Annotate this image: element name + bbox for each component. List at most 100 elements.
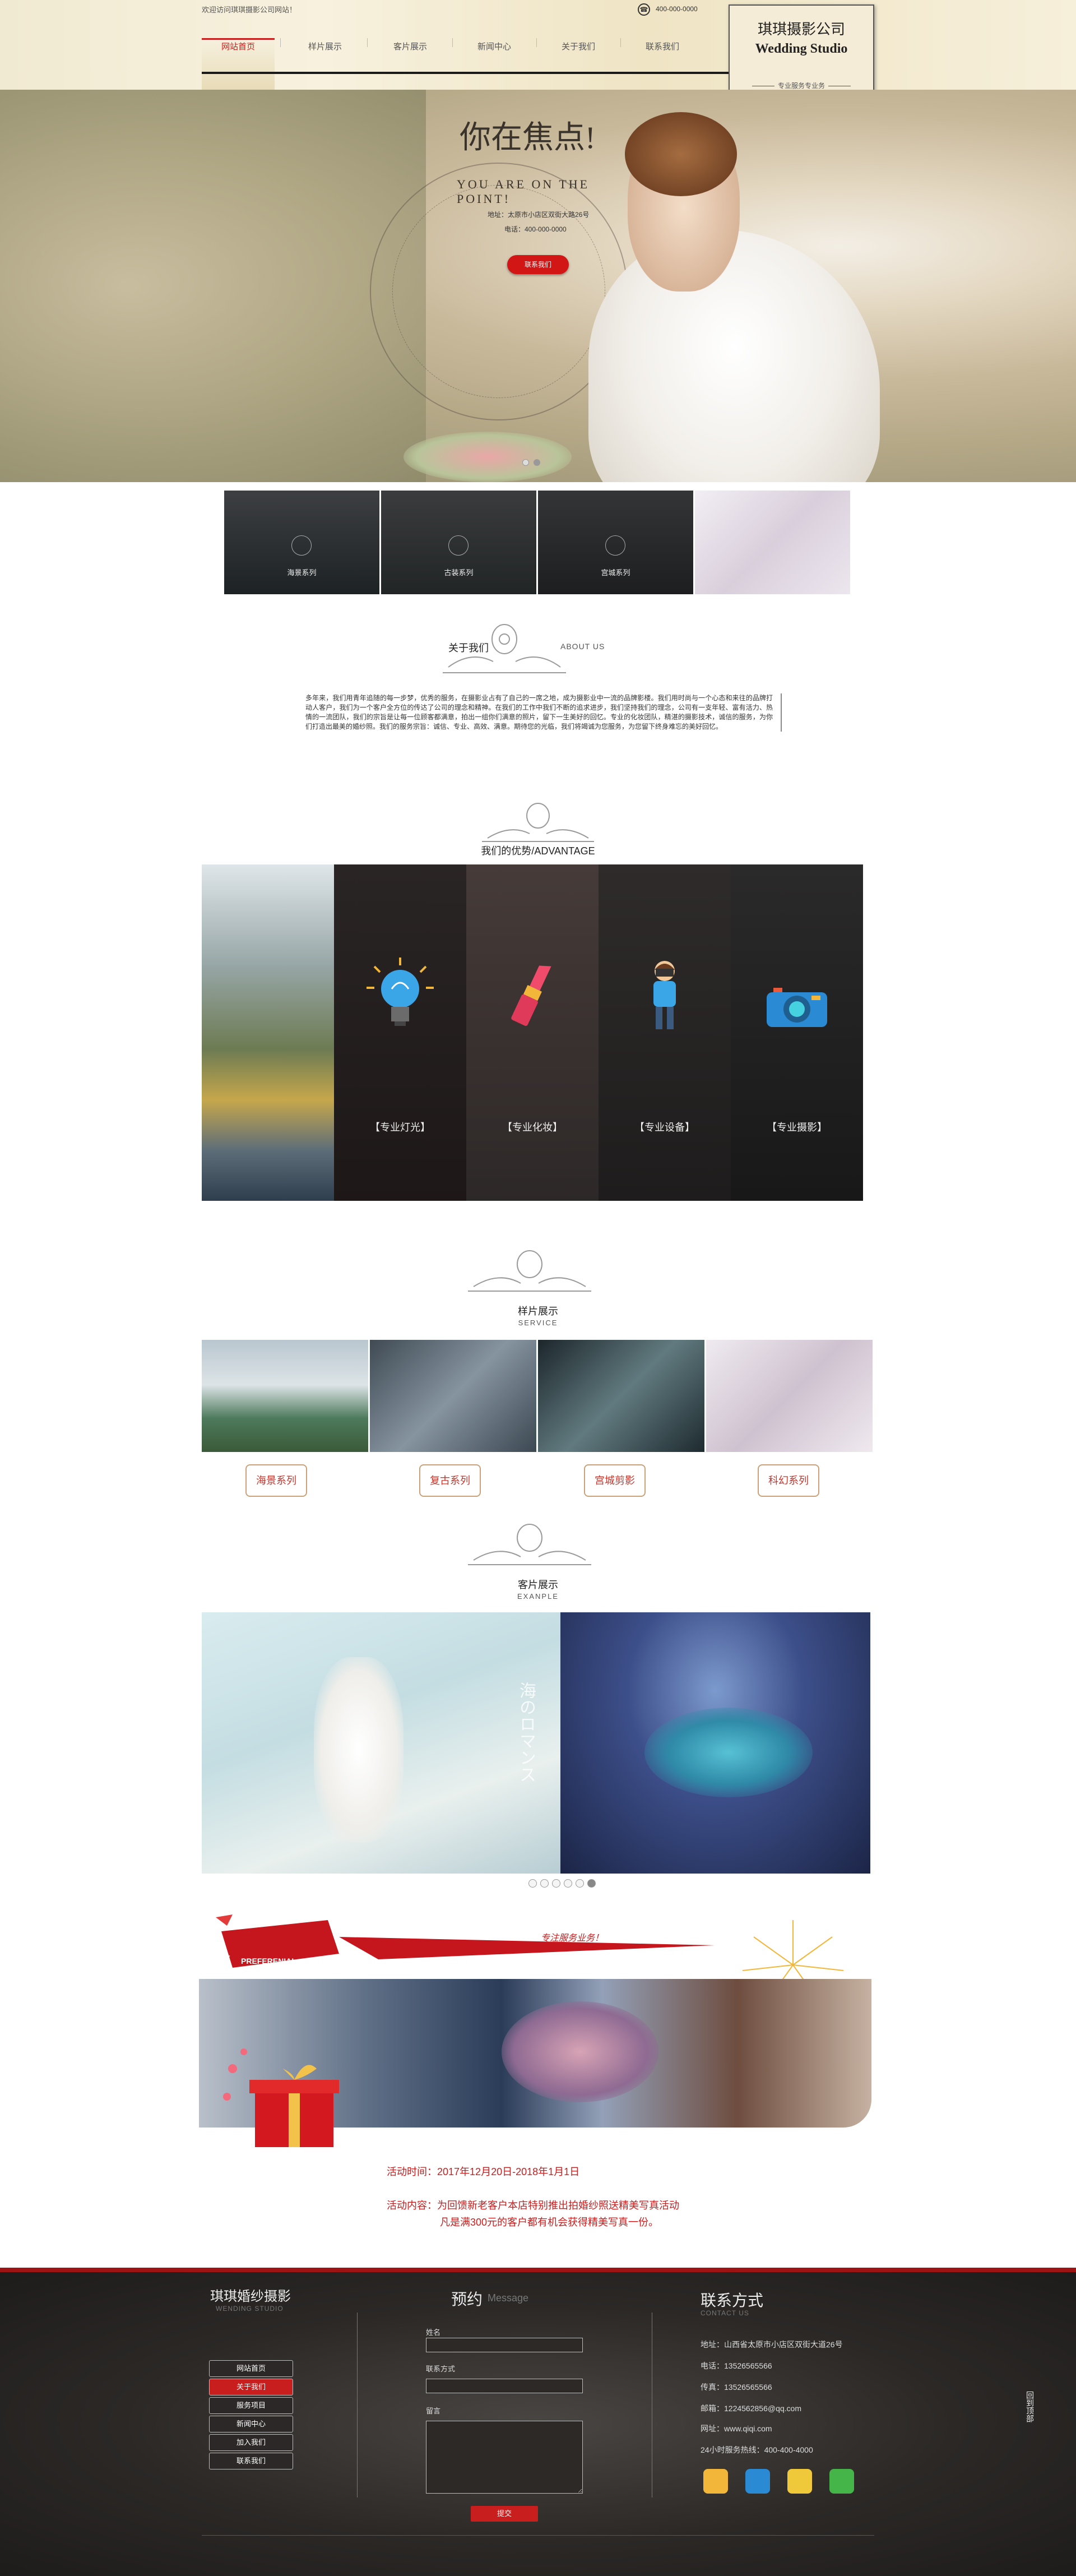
example-dot[interactable]: [552, 1879, 560, 1888]
advantage-lighting[interactable]: 【专业灯光】: [334, 864, 466, 1201]
site-header: 欢迎访问琪琪摄影公司网站！ ☎ 400-000-0000 网站首页 样片展示 客…: [0, 0, 1076, 92]
nav-contact[interactable]: 联系我们: [620, 40, 704, 52]
gift-box-icon: [223, 2048, 339, 2147]
samples-subtitle: SERVICE: [518, 1319, 558, 1327]
nav-about[interactable]: 关于我们: [536, 40, 620, 52]
footer-menu-contact[interactable]: 联系我们: [209, 2453, 293, 2469]
promo-slogan: 专注服务业务！: [541, 1934, 604, 1943]
crosshair-icon: [448, 535, 469, 556]
qq-icon[interactable]: [703, 2469, 728, 2494]
example-bride-figure: [314, 1657, 404, 1842]
photographer-icon: [653, 961, 676, 1029]
welcome-text: 欢迎访问琪琪摄影公司网站！: [202, 6, 297, 14]
promo-section: 年终钜惠 PREFERENIAL 专注服务业务！: [199, 1914, 871, 2178]
hero-title: 你在焦点!: [460, 121, 596, 155]
advantage-label: 【专业灯光】: [370, 1122, 430, 1133]
footer-bottom-line: [202, 2535, 874, 2536]
contact-field[interactable]: [426, 2379, 583, 2393]
category-card-ancient[interactable]: 古装系列: [381, 491, 536, 594]
sample-button-fantasy[interactable]: 科幻系列: [758, 1464, 819, 1497]
promo-content-2: 凡是满300元的客户都有机会获得精美写真一份。: [440, 2217, 659, 2228]
advantage-panel: 【专业灯光】 【专业化妆】 【专业设备】 【专业摄影】: [202, 864, 863, 1201]
contact-phone: 电话：13526565566: [701, 2361, 772, 2370]
nav-news[interactable]: 新闻中心: [452, 40, 536, 52]
nav-clients[interactable]: 客片展示: [368, 40, 452, 52]
lipstick-icon: [511, 965, 551, 1026]
main-nav: 网站首页 样片展示 客片展示 新闻中心 关于我们 联系我们: [202, 19, 729, 92]
crosshair-icon: [291, 535, 312, 556]
hero-subtitle: YOU ARE ON THE POINT!: [457, 177, 590, 206]
category-label: 古装系列: [444, 568, 474, 577]
sample-image-retro[interactable]: [370, 1340, 536, 1452]
footer-menu-about[interactable]: 关于我们: [209, 2379, 293, 2395]
advantage-label: 【专业设备】: [634, 1122, 695, 1133]
sample-image-palace[interactable]: [538, 1340, 704, 1452]
footer-menu-services[interactable]: 服务项目: [209, 2397, 293, 2414]
nav-divider: [280, 38, 281, 47]
about-title-en: ABOUT US: [560, 642, 605, 651]
example-dot[interactable]: [564, 1879, 572, 1888]
hero-bride-hair: [625, 112, 737, 196]
sample-image-seaside[interactable]: [202, 1340, 368, 1452]
promo-tag-en: PREFERENIAL: [241, 1957, 296, 1965]
sample-image-fantasy[interactable]: [706, 1340, 873, 1452]
example-dot[interactable]: [587, 1879, 596, 1888]
name-field[interactable]: [426, 2338, 583, 2352]
sample-button-seaside[interactable]: 海景系列: [245, 1464, 307, 1497]
sample-button-retro[interactable]: 复古系列: [419, 1464, 481, 1497]
logo-subtitle-en: Wedding Studio: [755, 41, 848, 56]
name-label: 姓名: [426, 2328, 441, 2337]
contact-address: 地址：山西省太原市小店区双街大道26号: [701, 2340, 843, 2349]
samples-title: 样片展示: [518, 1306, 558, 1317]
example-dot[interactable]: [540, 1879, 549, 1888]
hero-pagination: [520, 459, 542, 469]
contact-title: 联系方式: [701, 2292, 764, 2309]
booking-title: 预约: [451, 2291, 483, 2308]
nav-divider: [367, 38, 368, 47]
promo-time: 活动时间：2017年12月20日-2018年1月1日: [387, 2166, 580, 2177]
hero-bouquet: [404, 432, 572, 482]
hero-contact-button[interactable]: 联系我们: [507, 255, 569, 274]
contact-hotline: 24小时服务热线：400-400-4000: [701, 2445, 813, 2454]
category-card-palace[interactable]: 宫城系列: [538, 491, 693, 594]
nav-samples[interactable]: 样片展示: [283, 40, 367, 52]
nav-underline: [202, 72, 729, 74]
wechat-icon[interactable]: [829, 2469, 854, 2494]
example-overlay-text: 海のロマンス: [517, 1682, 535, 1783]
contact-fax: 传真：13526565566: [701, 2383, 772, 2392]
nav-home[interactable]: 网站首页: [196, 40, 280, 52]
back-to-top-button[interactable]: 回到顶部: [1024, 2391, 1036, 2422]
hero-dot[interactable]: [522, 459, 529, 466]
example-diver-figure: [644, 1708, 813, 1797]
footer-menu-join[interactable]: 加入我们: [209, 2434, 293, 2451]
hero-address: 地址：太原市小店区双街大路26号: [488, 211, 590, 219]
category-card-seaside[interactable]: 海景系列: [224, 491, 379, 594]
contact-website: 网址：www.qiqi.com: [701, 2424, 772, 2433]
email-icon[interactable]: [745, 2469, 770, 2494]
hero-bride-dress: [588, 230, 880, 482]
example-dot[interactable]: [576, 1879, 584, 1888]
footer-menu-home[interactable]: 网站首页: [209, 2360, 293, 2377]
advantage-equipment[interactable]: 【专业设备】: [599, 864, 731, 1201]
weibo-icon[interactable]: [787, 2469, 812, 2494]
sample-button-palace[interactable]: 宫城剪影: [584, 1464, 646, 1497]
hero-background: [0, 90, 426, 482]
submit-button[interactable]: 提交: [471, 2506, 538, 2522]
example-dot[interactable]: [528, 1879, 537, 1888]
booking-title-en: Message: [488, 2292, 529, 2304]
category-label: 海景系列: [287, 568, 317, 577]
hero-dot[interactable]: [534, 459, 540, 466]
logo-box[interactable]: 琪琪摄影公司 Wedding Studio 专业服务专业务: [729, 4, 874, 100]
advantage-makeup[interactable]: 【专业化妆】: [466, 864, 599, 1201]
examples-title: 客片展示: [518, 1579, 558, 1590]
camera-icon: [767, 988, 827, 1027]
footer-brand: 琪琪婚纱摄影: [210, 2289, 291, 2304]
message-field[interactable]: [426, 2421, 583, 2494]
logo-tagline: 专业服务专业务: [730, 81, 873, 90]
category-card-fantasy[interactable]: [695, 491, 850, 594]
footer-menu-news[interactable]: 新闻中心: [209, 2416, 293, 2432]
examples-subtitle: EXANPLE: [517, 1592, 559, 1601]
example-image-underwater[interactable]: [560, 1612, 870, 1874]
example-image-beach[interactable]: [202, 1612, 560, 1874]
advantage-photography[interactable]: 【专业摄影】: [731, 864, 863, 1201]
